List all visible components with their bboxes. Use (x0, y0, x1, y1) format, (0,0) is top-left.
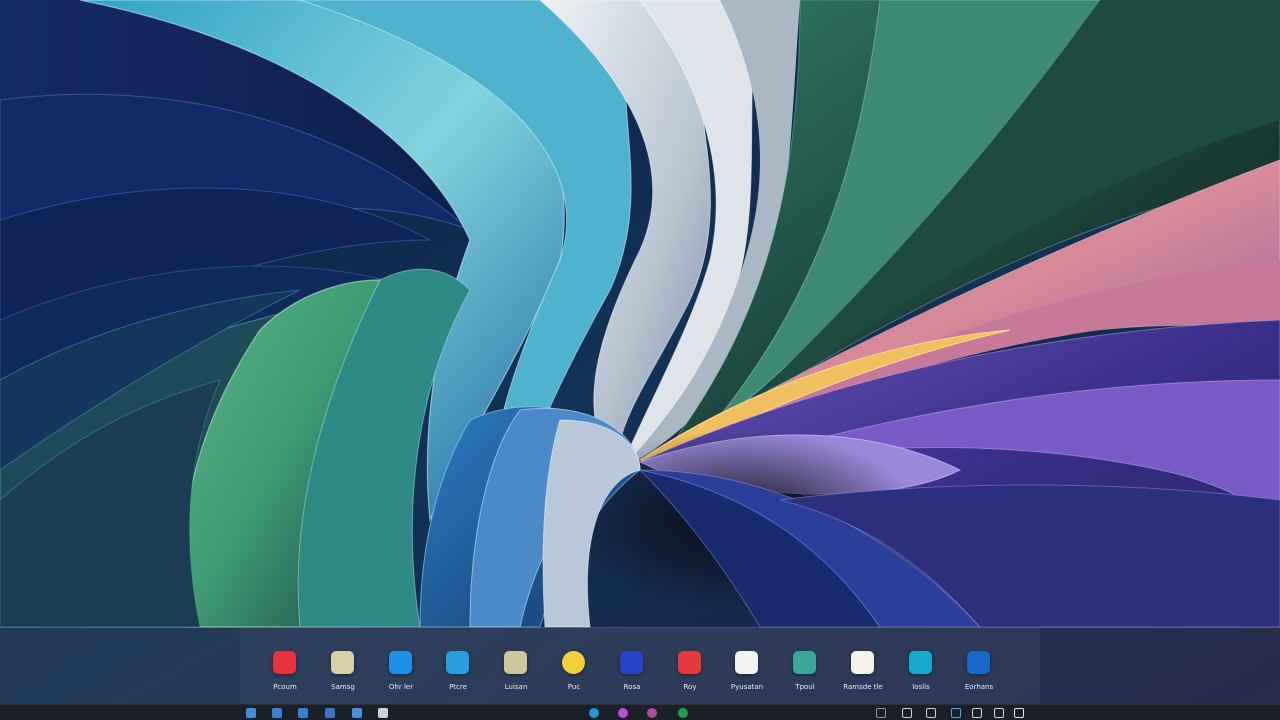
browser-icon[interactable] (589, 708, 599, 718)
sun-app-icon (562, 651, 585, 674)
dock-app-files[interactable]: Ohr ler (371, 648, 431, 698)
dock-app-label: Pcoum (273, 683, 297, 691)
dock-app-media[interactable]: Roy (660, 648, 720, 698)
dock-app-label: Luisan (504, 683, 528, 691)
app-dock: Pcoum Samsg Ohr ler Ptcre Luisan Puc Rosa Roy Py… (0, 627, 1280, 705)
dock-app-messenger[interactable]: Rosa (602, 648, 662, 698)
red-app-icon (273, 651, 296, 674)
spotify-icon[interactable] (678, 708, 688, 718)
paint-app-icon (735, 651, 758, 674)
dock-app-sun[interactable]: Puc (544, 648, 604, 698)
files-app-icon (389, 651, 412, 674)
dock-app-label: Ohr ler (388, 683, 414, 691)
mail-app-icon (967, 651, 990, 674)
battery-icon[interactable] (994, 708, 1004, 718)
notes-app-icon (331, 651, 354, 674)
volume-icon[interactable] (972, 708, 982, 718)
notifications-icon[interactable] (1014, 708, 1024, 718)
taskbar (0, 704, 1280, 720)
network-icon[interactable] (951, 708, 961, 718)
dock-app-mail[interactable]: Eorhans (949, 648, 1009, 698)
dock-app-label: Ioslis (912, 683, 930, 691)
wallpaper (0, 0, 1280, 720)
start-icon[interactable] (246, 708, 256, 718)
dock-app-photos[interactable]: Ramsde tle (833, 648, 893, 698)
edge-icon[interactable] (298, 708, 308, 718)
chat-app-icon (909, 651, 932, 674)
inbox-icon[interactable] (926, 708, 936, 718)
dock-app-label: Pyusatan (730, 683, 764, 691)
task-view-icon[interactable] (352, 708, 362, 718)
photos-app-icon (851, 651, 874, 674)
store-app-icon (446, 651, 469, 674)
dock-app-red[interactable]: Pcoum (255, 648, 315, 698)
dock-app-label: Samsg (331, 683, 355, 691)
game-icon[interactable] (902, 708, 912, 718)
camera-icon[interactable] (647, 708, 657, 718)
desktop: Pcoum Samsg Ohr ler Ptcre Luisan Puc Rosa Roy Py… (0, 0, 1280, 720)
dock-app-gallery[interactable]: Luisan (486, 648, 546, 698)
dock-app-label: Tpoul (795, 683, 815, 691)
gallery-app-icon (504, 651, 527, 674)
dock-app-label: Rosa (623, 683, 641, 691)
dock-app-label: Roy (683, 683, 697, 691)
media-app-icon (678, 651, 701, 674)
messenger-app-icon (620, 651, 643, 674)
store-icon[interactable] (325, 708, 335, 718)
music-icon[interactable] (618, 708, 628, 718)
mail-icon[interactable] (378, 708, 388, 718)
dock-app-label: Ptcre (449, 683, 467, 691)
keyboard-icon[interactable] (876, 708, 886, 718)
dock-app-paint[interactable]: Pyusatan (717, 648, 777, 698)
dock-app-label: Puc (567, 683, 581, 691)
dock-app-chat[interactable]: Ioslis (891, 648, 951, 698)
dock-app-store[interactable]: Ptcre (428, 648, 488, 698)
widgets-icon[interactable] (272, 708, 282, 718)
dock-app-label: Eorhans (964, 683, 994, 691)
dock-app-notes[interactable]: Samsg (313, 648, 373, 698)
dock-app-label: Ramsde tle (843, 683, 883, 691)
maps-app-icon (793, 651, 816, 674)
dock-app-maps[interactable]: Tpoul (775, 648, 835, 698)
